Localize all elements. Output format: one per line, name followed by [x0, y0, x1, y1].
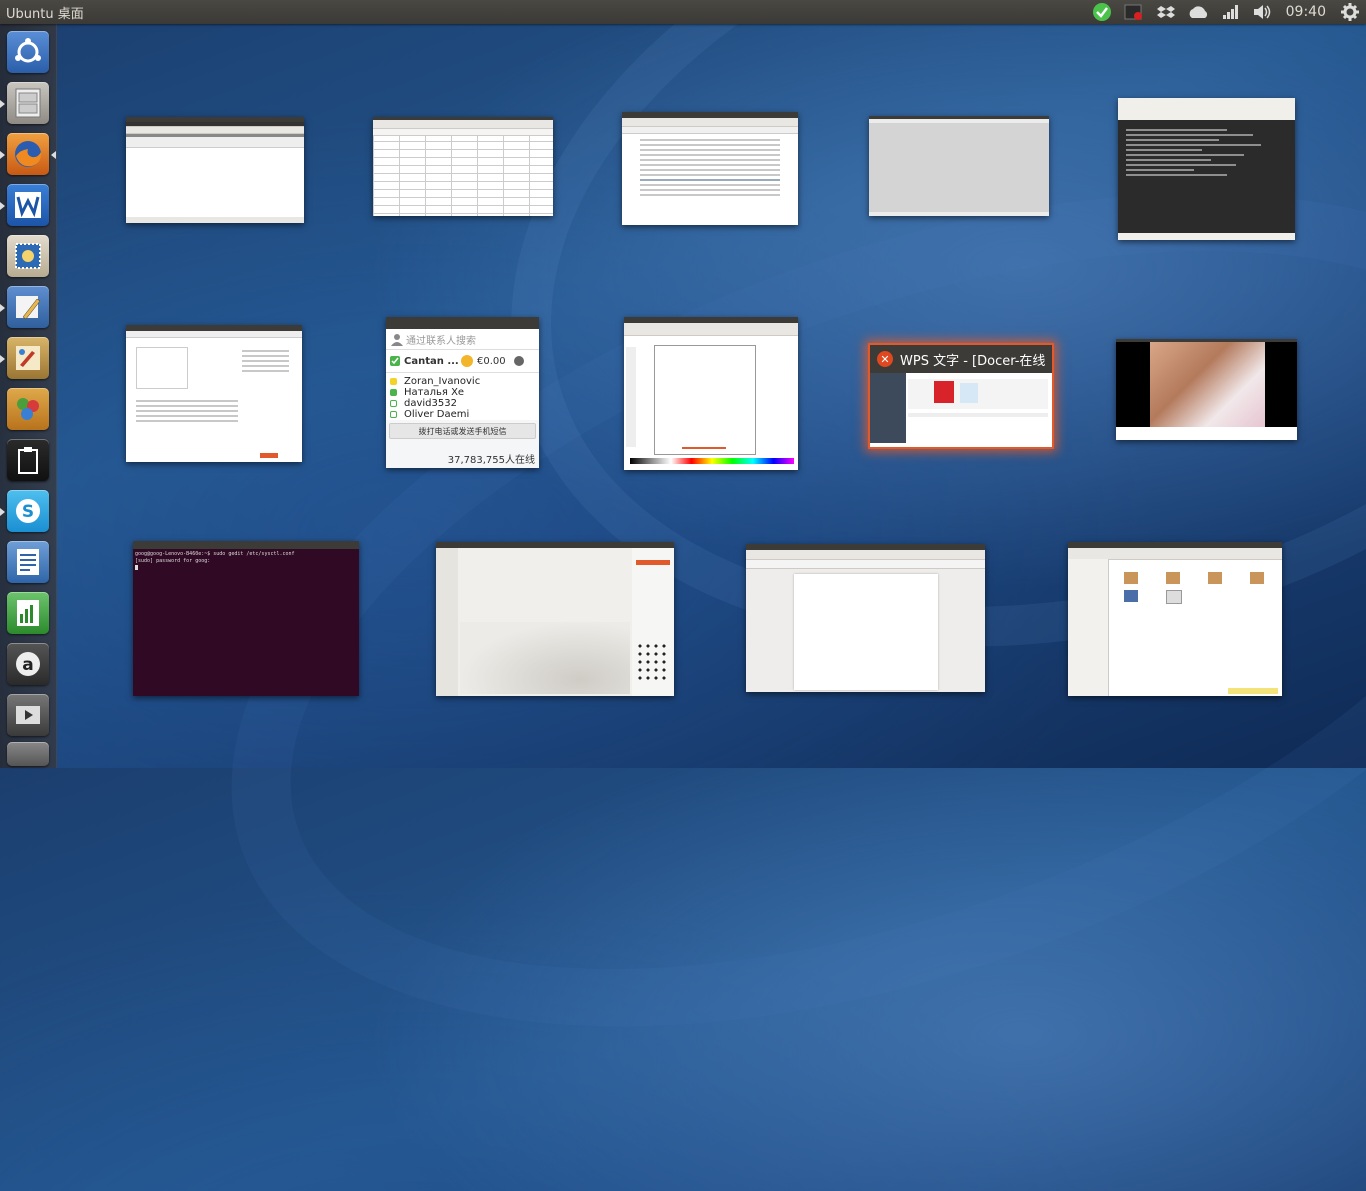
volume-icon[interactable]: [1246, 0, 1278, 24]
clock[interactable]: 09:40: [1278, 0, 1334, 24]
file-cabinet-icon[interactable]: [7, 82, 49, 124]
running-indicator: [0, 508, 5, 516]
running-indicator: [0, 304, 5, 312]
window-thumbnail-code-editor[interactable]: [1118, 98, 1295, 240]
running-indicator: [0, 202, 5, 210]
window-thumbnail-file-manager[interactable]: [1068, 542, 1282, 696]
status-online-icon: [390, 356, 400, 366]
firefox-icon[interactable]: [7, 133, 49, 175]
running-indicator: [0, 151, 5, 159]
amazon-icon[interactable]: a: [7, 643, 49, 685]
window-thumbnail-video-player[interactable]: [1116, 339, 1297, 440]
skype-account-name[interactable]: Cantan ...: [404, 356, 460, 367]
network-signal-icon[interactable]: [1214, 0, 1246, 24]
svg-text:S: S: [22, 502, 34, 522]
panel-title: Ubuntu 桌面: [6, 6, 84, 22]
paint-icon[interactable]: [7, 337, 49, 379]
window-thumbnail-terminal[interactable]: goog@goog-Lenovo-B460e:~$ sudo gedit /et…: [133, 541, 359, 696]
list-item[interactable]: Zoran_Ivanovic: [386, 376, 539, 387]
window-thumbnail-writer[interactable]: [746, 544, 985, 692]
ubuntu-dash-icon[interactable]: [7, 31, 49, 73]
credit-coin-icon: [461, 355, 473, 367]
window-thumbnail-browser[interactable]: [126, 117, 304, 223]
list-item[interactable]: Oliver Daemi: [386, 409, 539, 420]
spreadsheet-icon[interactable]: [7, 592, 49, 634]
wps-window-titlebar: ✕ WPS 文字 - [Docer-在线: [870, 345, 1052, 373]
dropbox-icon[interactable]: [1150, 0, 1182, 24]
launcher: S a: [0, 24, 57, 768]
running-indicator: [0, 100, 5, 108]
clipboard-icon[interactable]: [7, 439, 49, 481]
gear-icon[interactable]: [1334, 0, 1366, 24]
active-indicator: [51, 151, 56, 159]
puzzle-icon[interactable]: [7, 388, 49, 430]
text-editor-icon[interactable]: [7, 286, 49, 328]
skype-account-bar: Cantan ... €0.00: [386, 350, 539, 373]
list-item[interactable]: david3532: [386, 398, 539, 409]
window-thumbnail-wps-writer[interactable]: ✕ WPS 文字 - [Docer-在线: [868, 343, 1054, 449]
window-thumbnail-gimp[interactable]: [436, 542, 674, 696]
skype-online-count: 37,783,755人在线: [447, 455, 535, 466]
window-thumbnail-skype[interactable]: 通过联系人搜索 Cantan ... €0.00 Zoran_Ivanovic …: [386, 317, 539, 468]
workspace-icon[interactable]: [7, 742, 49, 766]
video-player-icon[interactable]: [7, 694, 49, 736]
window-thumbnail-drawing-app[interactable]: [624, 317, 798, 470]
clock-icon: [513, 356, 524, 366]
skype-search-input[interactable]: 通过联系人搜索: [406, 332, 476, 347]
terminal-cursor: [135, 565, 138, 570]
mail-stamp-icon[interactable]: [7, 235, 49, 277]
skype-credit[interactable]: €0.00: [477, 356, 506, 367]
system-tray: 09:40: [1086, 0, 1366, 24]
list-item[interactable]: Наталья Хе: [386, 387, 539, 398]
window-thumbnail-spreadsheet[interactable]: [373, 117, 553, 216]
window-thumbnail-blank[interactable]: [869, 116, 1049, 216]
record-icon[interactable]: [1118, 0, 1150, 24]
user-icon: [391, 334, 403, 346]
window-thumbnail-music-player[interactable]: [622, 112, 798, 225]
skype-icon[interactable]: S: [7, 490, 49, 532]
terminal-line: goog@goog-Lenovo-B460e:~$ sudo gedit /et…: [135, 551, 295, 557]
call-phone-button[interactable]: 拨打电话或发送手机短信: [389, 423, 536, 439]
document-icon[interactable]: [7, 541, 49, 583]
running-indicator: [0, 355, 5, 363]
svg-text:a: a: [22, 655, 33, 675]
terminal-line: [sudo] password for goog:: [135, 558, 211, 564]
top-panel: Ubuntu 桌面 09:40: [0, 0, 1366, 24]
close-icon[interactable]: ✕: [877, 351, 893, 367]
wps-window-title: WPS 文字 - [Docer-在线: [900, 353, 1046, 369]
window-thumbnail-settings-dialog[interactable]: [126, 325, 302, 462]
check-icon[interactable]: [1086, 0, 1118, 24]
cloud-icon[interactable]: [1182, 0, 1214, 24]
skype-search-bar[interactable]: 通过联系人搜索: [386, 329, 539, 350]
wps-writer-icon[interactable]: [7, 184, 49, 226]
skype-contact-list: Zoran_Ivanovic Наталья Хе david3532 Oliv…: [386, 373, 539, 420]
